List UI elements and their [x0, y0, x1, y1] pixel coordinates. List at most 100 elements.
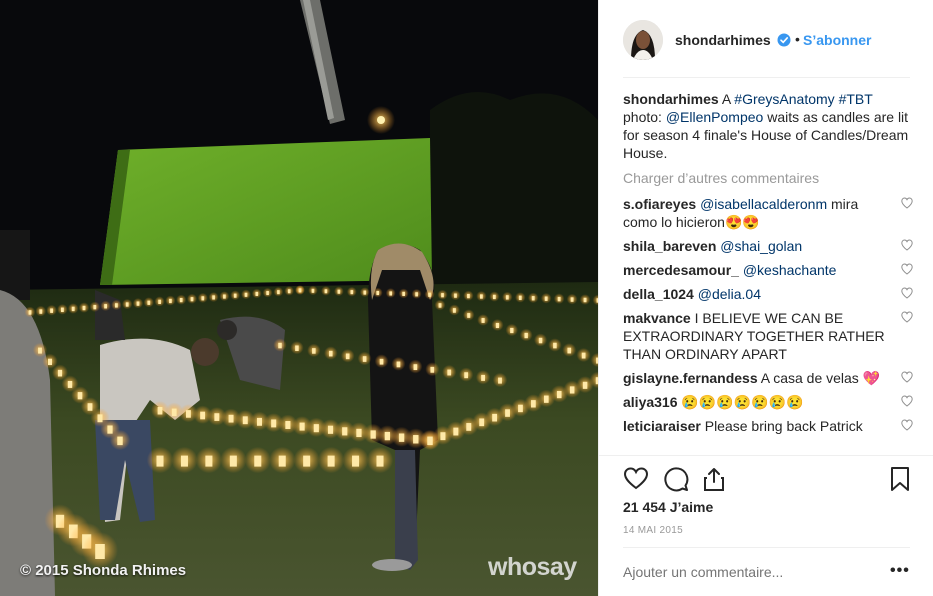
candle	[557, 296, 561, 302]
candle	[481, 374, 485, 381]
comment-mention[interactable]: @keshachante	[743, 262, 837, 278]
candle	[415, 292, 418, 297]
candle	[87, 403, 93, 411]
comment-username[interactable]: gislayne.fernandess	[623, 370, 758, 386]
comment-items: s.ofiareyes @isabellacalderonm mira como…	[623, 195, 913, 435]
avatar[interactable]	[623, 20, 663, 60]
divider	[623, 547, 910, 548]
caption-username[interactable]: shondarhimes	[623, 91, 719, 107]
bookmark-icon[interactable]	[887, 466, 913, 492]
candle	[38, 347, 42, 354]
candle	[481, 318, 485, 323]
comment-item: s.ofiareyes @isabellacalderonm mira como…	[623, 195, 913, 231]
candle	[328, 350, 333, 357]
comment-like-heart-icon[interactable]	[901, 311, 913, 323]
candle	[376, 455, 384, 467]
comment-username[interactable]: s.ofiareyes	[623, 196, 696, 212]
candle	[228, 414, 234, 423]
comment-like-heart-icon[interactable]	[901, 371, 913, 383]
candle	[229, 455, 237, 467]
comments-list[interactable]: shondarhimes A #GreysAnatomy #TBT photo:…	[623, 90, 913, 454]
candle	[556, 390, 562, 399]
post-date[interactable]: 14 MAI 2015	[623, 525, 683, 536]
like-count[interactable]: 21 454 J’aime	[623, 499, 713, 515]
comment-item: mercedesamour_ @keshachante	[623, 261, 913, 279]
comment-mention[interactable]: @isabellacalderonm	[700, 196, 827, 212]
more-options-icon[interactable]: •••	[890, 562, 910, 580]
candle	[531, 400, 536, 408]
candle	[277, 290, 280, 295]
candle	[553, 342, 557, 349]
candle	[492, 413, 498, 422]
comment-mention[interactable]: @delia.04	[698, 286, 761, 302]
comment-like-heart-icon[interactable]	[901, 239, 913, 251]
hashtag-link[interactable]: #GreysAnatomy	[734, 91, 834, 107]
candle	[313, 424, 319, 433]
whosay-watermark: whosay	[488, 553, 577, 581]
comment-like-heart-icon[interactable]	[901, 263, 913, 275]
candle	[396, 361, 401, 368]
candle	[413, 435, 419, 444]
candle	[312, 348, 316, 354]
candle	[356, 428, 362, 438]
candle	[200, 411, 206, 420]
candle	[158, 299, 161, 304]
candle	[50, 308, 54, 313]
candle	[125, 302, 129, 307]
comment-like-heart-icon[interactable]	[901, 419, 913, 431]
candle	[441, 293, 444, 298]
candle	[299, 422, 305, 431]
candle	[531, 296, 535, 301]
candle	[370, 430, 376, 439]
candle	[379, 358, 384, 365]
candle	[285, 421, 291, 429]
heart-icon[interactable]	[623, 466, 649, 492]
candle	[303, 455, 311, 467]
candle	[104, 304, 107, 309]
candle-scene-image	[0, 0, 598, 596]
post-side-panel: shondarhimes • S’abonner shondarhimes A …	[598, 0, 933, 596]
candle	[77, 392, 83, 400]
candle	[337, 289, 341, 294]
candle	[107, 425, 113, 434]
hashtag-link[interactable]: #TBT	[839, 91, 873, 107]
comment-username[interactable]: shila_bareven	[623, 238, 716, 254]
candle	[454, 293, 457, 298]
candle	[47, 358, 53, 366]
comment-like-heart-icon[interactable]	[901, 197, 913, 209]
comment-item: della_1024 @delia.04	[623, 285, 913, 303]
candle	[327, 455, 335, 467]
candle	[567, 347, 572, 354]
candle	[214, 413, 220, 421]
candle	[278, 342, 282, 349]
comment-username[interactable]: mercedesamour_	[623, 262, 739, 278]
candle	[117, 436, 123, 446]
header-username[interactable]: shondarhimes	[675, 32, 771, 48]
comment-like-heart-icon[interactable]	[901, 395, 913, 407]
candle	[583, 297, 587, 303]
candle	[398, 433, 405, 442]
comment-mention[interactable]: @shai_golan	[720, 238, 802, 254]
candle	[324, 289, 328, 294]
share-icon[interactable]	[701, 466, 727, 492]
post-photo[interactable]: © 2015 Shonda Rhimes whosay	[0, 0, 598, 596]
comment-bubble-icon[interactable]	[663, 466, 689, 492]
candle	[362, 356, 367, 362]
candle	[97, 414, 103, 423]
mention-link[interactable]: @EllenPompeo	[666, 109, 764, 125]
comment-like-heart-icon[interactable]	[901, 287, 913, 299]
candle	[156, 455, 164, 467]
comment-username[interactable]: della_1024	[623, 286, 694, 302]
follow-button[interactable]: S’abonner	[803, 32, 871, 48]
candle	[201, 296, 205, 301]
load-more-comments-button[interactable]: Charger d’autres commentaires	[623, 169, 913, 187]
candle	[518, 295, 522, 301]
comment-username[interactable]: aliya316	[623, 394, 678, 410]
candle	[376, 290, 380, 296]
candle	[311, 288, 315, 293]
candle	[428, 292, 431, 297]
candle	[350, 290, 354, 295]
comment-username[interactable]: leticiaraiser	[623, 418, 701, 434]
comment-username[interactable]: makvance	[623, 310, 691, 326]
add-comment-input[interactable]	[623, 564, 873, 580]
